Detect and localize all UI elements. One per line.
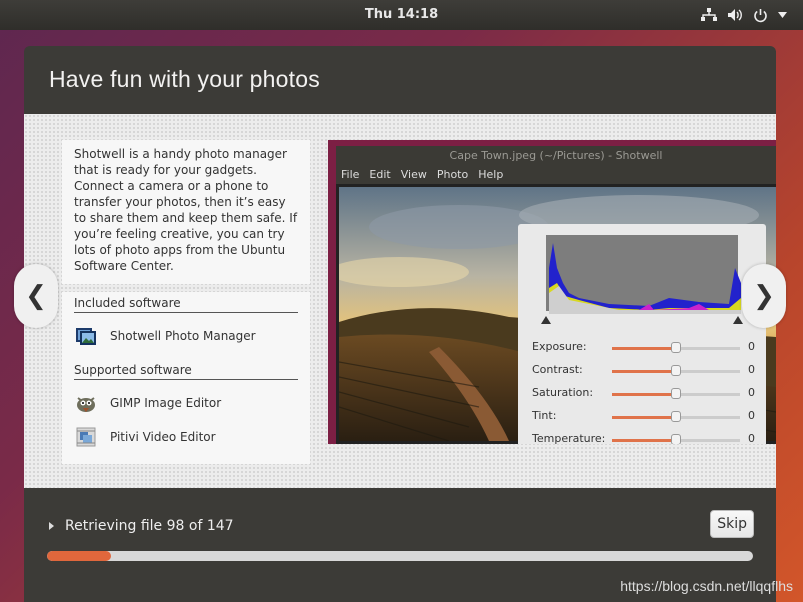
histogram-right-handle[interactable] — [733, 316, 743, 324]
slider-knob[interactable] — [671, 411, 681, 422]
chevron-right-icon: ❯ — [753, 281, 775, 311]
adjust-row-tint: Tint: 0 — [532, 409, 762, 425]
top-panel: Thu 14:18 — [0, 0, 803, 30]
menu-item: File — [341, 168, 360, 181]
adjust-slider[interactable] — [612, 342, 740, 353]
chevron-down-icon[interactable] — [778, 12, 787, 18]
supported-software-title: Supported software — [74, 363, 298, 380]
adjust-slider[interactable] — [612, 411, 740, 422]
gimp-icon — [74, 391, 98, 415]
adjust-value: 0 — [748, 432, 755, 444]
adjust-label: Temperature: — [532, 432, 606, 444]
shotwell-icon — [74, 324, 98, 348]
clock[interactable]: Thu 14:18 — [0, 0, 803, 30]
pitivi-icon — [74, 425, 98, 449]
adjustments-panel: Exposure: 0 Contrast: 0 Saturation: 0 Ti… — [518, 224, 766, 444]
system-tray[interactable] — [701, 0, 787, 30]
adjust-label: Exposure: — [532, 340, 587, 353]
slider-knob[interactable] — [671, 388, 681, 399]
status-text: Retrieving file 98 of 147 — [65, 518, 234, 534]
adjust-value: 0 — [748, 386, 755, 399]
previous-slide-button[interactable]: ❮ — [14, 264, 58, 328]
menu-item: View — [400, 168, 427, 181]
app-name: Pitivi Video Editor — [110, 430, 216, 444]
power-icon[interactable] — [753, 8, 768, 23]
adjust-value: 0 — [748, 340, 755, 353]
app-name: Shotwell Photo Manager — [110, 329, 256, 343]
adjust-label: Contrast: — [532, 363, 583, 376]
slider-knob[interactable] — [671, 342, 681, 353]
shotwell-screenshot: Cape Town.jpeg (~/Pictures) - Shotwell F… — [328, 140, 776, 444]
menu-item: Photo — [436, 168, 469, 181]
adjust-slider[interactable] — [612, 365, 740, 376]
adjust-value: 0 — [748, 409, 755, 422]
volume-icon[interactable] — [727, 8, 743, 22]
adjust-row-contrast: Contrast: 0 — [532, 363, 762, 379]
next-slide-button[interactable]: ❯ — [742, 264, 786, 328]
app-item: GIMP Image Editor — [74, 386, 298, 420]
adjust-value: 0 — [748, 363, 755, 376]
network-icon[interactable] — [701, 8, 717, 22]
adjust-label: Tint: — [532, 409, 557, 422]
install-status[interactable]: Retrieving file 98 of 147 — [49, 518, 234, 534]
adjust-slider[interactable] — [612, 388, 740, 399]
slider-knob[interactable] — [671, 434, 681, 444]
skip-button[interactable]: Skip — [710, 510, 754, 538]
adjust-label: Saturation: — [532, 386, 594, 399]
installer-window: Have fun with your photos Shotwell is a … — [24, 46, 776, 602]
info-column: Shotwell is a handy photo manager that i… — [62, 140, 310, 464]
slider-knob[interactable] — [671, 365, 681, 376]
app-item: Shotwell Photo Manager — [74, 319, 298, 353]
supported-software-section: Supported software GIMP Image Editor Pit… — [62, 363, 310, 464]
menu-item: Edit — [369, 168, 391, 181]
adjust-slider[interactable] — [612, 434, 740, 444]
adjust-row-exposure: Exposure: 0 — [532, 340, 762, 356]
watermark: https://blog.csdn.net/llqqflhs — [620, 578, 793, 594]
histogram — [546, 235, 741, 314]
app-name: GIMP Image Editor — [110, 396, 222, 410]
expander-arrow-icon[interactable] — [49, 522, 54, 530]
page-title: Have fun with your photos — [49, 66, 320, 92]
chevron-left-icon: ❮ — [25, 281, 47, 311]
shotwell-menubar: File Edit View Photo Help — [336, 166, 776, 184]
install-progress — [47, 551, 753, 561]
included-software-section: Included software Shotwell Photo Manager — [62, 292, 310, 363]
landscape-photo: Exposure: 0 Contrast: 0 Saturation: 0 Ti… — [336, 184, 776, 444]
progress-fill — [47, 551, 111, 561]
menu-item: Help — [478, 168, 504, 181]
adjust-row-temperature: Temperature: 0 — [532, 432, 762, 444]
slide-content: Shotwell is a handy photo manager that i… — [24, 114, 776, 488]
shotwell-window-title: Cape Town.jpeg (~/Pictures) - Shotwell — [336, 146, 776, 166]
histogram-left-handle[interactable] — [541, 316, 551, 324]
slide-description: Shotwell is a handy photo manager that i… — [62, 140, 310, 284]
app-item: Pitivi Video Editor — [74, 420, 298, 454]
included-software-title: Included software — [74, 296, 298, 313]
adjust-row-saturation: Saturation: 0 — [532, 386, 762, 402]
